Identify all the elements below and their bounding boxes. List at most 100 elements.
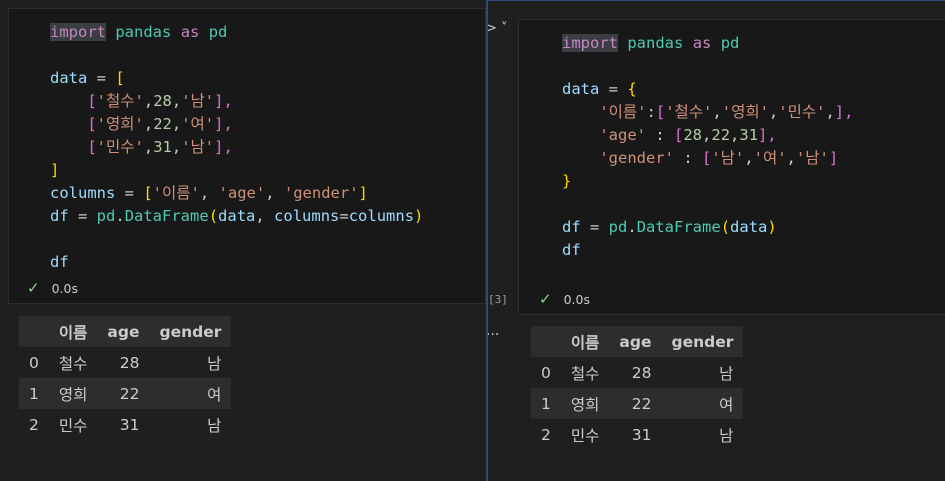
code-token: 'gender' [599, 149, 674, 167]
code-token: = [87, 69, 116, 87]
code-token: '이름' [152, 184, 200, 202]
code-token: ] [828, 149, 839, 167]
execution-status: ✓ 0.0s [27, 279, 78, 297]
table-header: 이름 [58, 323, 88, 342]
table-cell: 여 [207, 385, 222, 404]
table-row: 1 영희 22 여 [531, 388, 744, 419]
table-cell: 1 [29, 384, 39, 403]
table-header: 이름 [570, 333, 600, 352]
table-cell: 0 [29, 353, 39, 372]
notebook-right-pane: > ˅ [3] ... import pandas as pd data = {… [486, 0, 945, 481]
code-token: df [50, 207, 69, 225]
table-cell: 민수 [570, 426, 600, 445]
code-token: : [673, 149, 702, 167]
table-header [531, 326, 561, 357]
code-token: = [68, 207, 97, 225]
execution-status: ✓ 0.0s [539, 290, 590, 308]
table-cell: 31 [631, 425, 652, 444]
code-token: , [768, 103, 779, 121]
code-token: 28 [153, 92, 172, 110]
chevron-icon[interactable]: > ˅ [488, 21, 508, 36]
check-icon: ✓ [27, 279, 40, 297]
code-token: [ [701, 149, 712, 167]
execution-count: [3] [488, 293, 508, 306]
more-icon[interactable]: ... [488, 323, 499, 339]
table-cell: 2 [541, 425, 551, 444]
code-token: columns [274, 207, 340, 225]
table-cell: 영희 [570, 395, 600, 414]
code-token: ] [50, 161, 60, 179]
code-token: data [562, 80, 600, 98]
code-token: data [50, 69, 88, 87]
dataframe-output-right: 이름 age gender 0 철수 28 남 1 영희 22 여 2 민수 3… [531, 326, 744, 450]
code-editor-left[interactable]: import pandas as pd data = [ ['철수',28,'남… [50, 21, 423, 274]
code-cell-left[interactable]: import pandas as pd data = [ ['철수',28,'남… [8, 8, 486, 304]
code-token: '남' [181, 138, 215, 156]
code-editor-right[interactable]: import pandas as pd data = { '이름':['철수',… [562, 32, 853, 262]
table-row: 2 민수 31 남 [531, 419, 743, 450]
code-token: = [599, 80, 628, 98]
code-token: '민수' [96, 138, 144, 156]
code-token: import [50, 23, 106, 41]
code-token: import [562, 34, 618, 52]
code-token: ], [214, 138, 233, 156]
execution-time: 0.0s [51, 280, 78, 296]
table-header: age [107, 322, 140, 341]
code-token: [ [87, 138, 97, 156]
table-row: 0 철수 28 남 [19, 347, 231, 378]
dataframe-output-left: 이름 age gender 0 철수 28 남 1 영희 22 여 2 민수 3… [19, 316, 232, 440]
code-token: '철수' [665, 103, 713, 121]
code-token: DataFrame [636, 218, 721, 236]
code-token: columns [50, 184, 116, 202]
code-token: pandas [627, 34, 684, 52]
code-token: '영희' [721, 103, 769, 121]
code-token: , [265, 184, 284, 202]
code-token: , [712, 103, 722, 121]
table-cell: 1 [541, 394, 551, 413]
code-token: ( [720, 218, 731, 236]
code-token: as [692, 34, 712, 52]
code-token: , [143, 92, 154, 110]
code-token: , [786, 149, 796, 167]
table-header-row: 이름 age gender [531, 326, 744, 357]
code-token: df [562, 241, 581, 259]
table-row: 1 영희 22 여 [19, 378, 232, 409]
table-cell: 여 [719, 395, 734, 414]
code-token: , [255, 207, 275, 225]
code-token: ) [767, 218, 777, 236]
code-token: 28 [683, 126, 703, 144]
code-token: '남' [795, 149, 829, 167]
table-cell: 2 [29, 415, 39, 434]
code-token: pd [96, 207, 116, 225]
table-header: age [619, 332, 652, 351]
code-token: 'gender' [283, 184, 359, 202]
code-token: 'age' [218, 184, 266, 202]
code-token: 22 [711, 126, 731, 144]
table-cell: 철수 [58, 354, 88, 373]
table-header: gender [159, 322, 222, 341]
execution-time: 0.0s [563, 291, 590, 307]
code-token: ] [358, 184, 368, 202]
table-cell: 남 [719, 426, 734, 445]
code-token: , [730, 126, 740, 144]
code-token: , [702, 126, 712, 144]
table-cell: 28 [631, 363, 652, 382]
code-token: as [180, 23, 200, 41]
code-token: '남' [711, 149, 745, 167]
table-header-row: 이름 age gender [19, 316, 232, 347]
code-token: pd [608, 218, 628, 236]
code-token: ( [208, 207, 219, 225]
code-token: , [143, 138, 154, 156]
code-token: : [646, 126, 674, 144]
code-token: pandas [115, 23, 172, 41]
code-token: ], [758, 126, 777, 144]
code-token: data [730, 218, 768, 236]
code-token: = [115, 184, 144, 202]
code-cell-right[interactable]: import pandas as pd data = { '이름':['철수',… [518, 19, 945, 315]
code-token: '영희' [96, 115, 144, 133]
code-token: '민수' [778, 103, 826, 121]
code-token: [ [87, 92, 97, 110]
code-token: 22 [153, 115, 172, 133]
code-token: , [171, 138, 182, 156]
code-token: : [646, 103, 656, 121]
